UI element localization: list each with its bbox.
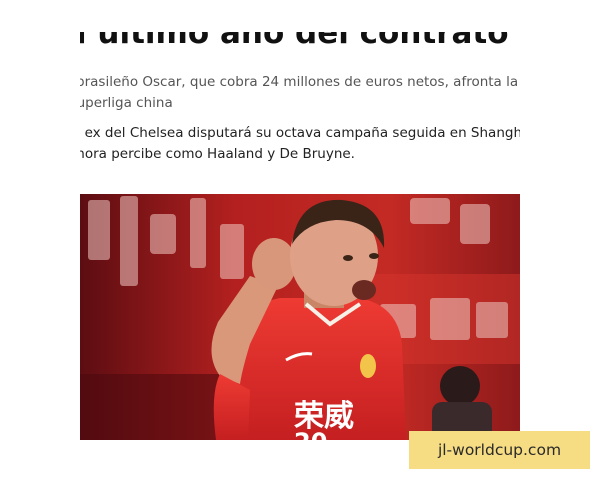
article-body: El ex del Chelsea disputará su octava ca… (80, 123, 520, 165)
page: l último año del contrato del sig l bras… (0, 0, 600, 480)
player-celebration-image: 荣威 20 (80, 194, 520, 440)
article-lead-line-2: Superliga china (80, 95, 173, 111)
article: l último año del contrato del sig l bras… (80, 0, 520, 480)
watermark-badge: jl-worldcup.com (409, 431, 590, 469)
article-body-line-2: ahora percibe como Haaland y De Bruyne. (80, 146, 355, 162)
article-body-line-1: El ex del Chelsea disputará su octava ca… (80, 125, 520, 141)
jersey-number: 20 (294, 428, 327, 440)
article-lead-line-1: l brasileño Oscar, que cobra 24 millones… (80, 74, 520, 90)
article-photo: 荣威 20 (80, 194, 520, 440)
article-headline: l último año del contrato del sig (80, 15, 520, 51)
article-lead: l brasileño Oscar, que cobra 24 millones… (80, 72, 520, 114)
